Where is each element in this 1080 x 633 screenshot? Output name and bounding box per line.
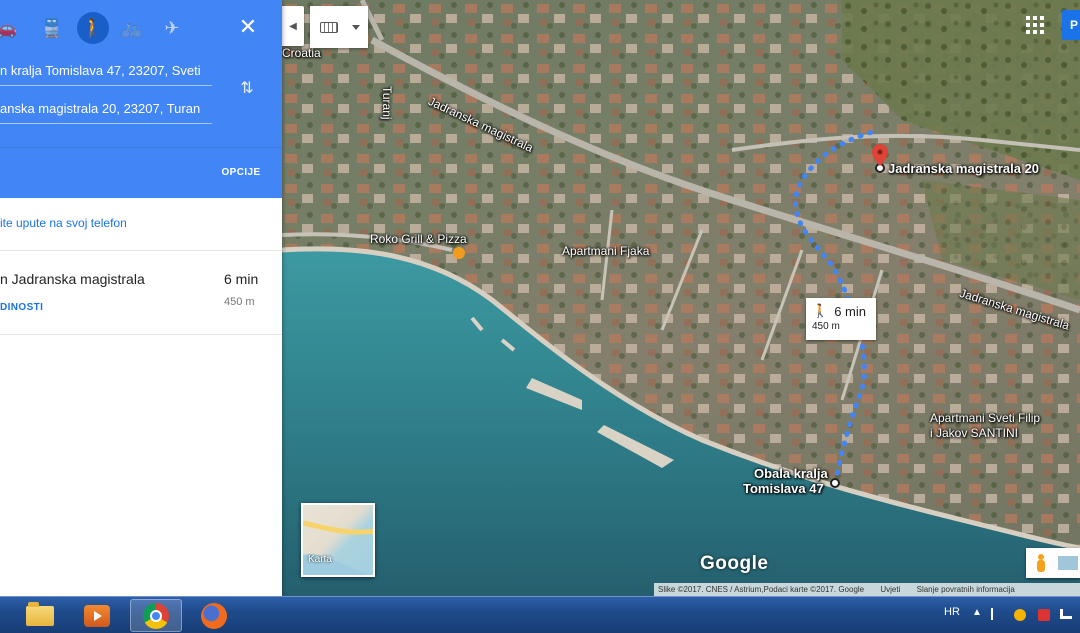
airplane-icon: ✈ xyxy=(164,17,180,38)
map-layer-toggle[interactable]: Karta xyxy=(301,503,375,577)
taskbar-media-player[interactable] xyxy=(71,599,123,632)
windows-taskbar: HR ▲ xyxy=(0,596,1080,633)
close-icon: ✕ xyxy=(238,14,258,39)
origin-label-line2[interactable]: Tomislava 47 xyxy=(743,481,824,496)
imagery-thumbnail[interactable] xyxy=(1058,556,1078,570)
route-distance: 450 m xyxy=(224,296,255,308)
map-thumbnail-icon xyxy=(303,520,373,575)
divider xyxy=(0,250,282,251)
bicycle-icon: 🚲 xyxy=(120,17,144,38)
folder-icon xyxy=(26,601,54,626)
origin-label-line1[interactable]: Obala kralja xyxy=(754,466,828,481)
header-divider xyxy=(0,147,282,148)
route-name: n Jadranska magistrala xyxy=(0,271,145,287)
mode-transit-button[interactable]: 🚆 xyxy=(36,12,68,44)
bus-icon: 🚆 xyxy=(40,17,64,38)
bubble-distance: 450 m xyxy=(812,321,840,332)
map-label-sveti-filip-line2[interactable]: i Jakov SANTINI xyxy=(930,426,1018,440)
walking-icon: 🚶 xyxy=(81,17,105,38)
chevron-left-icon: ◀ xyxy=(289,20,297,32)
route-details-link[interactable]: DINOSTI xyxy=(0,302,43,313)
map-label-turanj: Turanj xyxy=(380,86,394,120)
norton-icon[interactable] xyxy=(1014,609,1026,621)
walking-icon: 🚶 xyxy=(812,303,829,318)
imagery-credit: Slike ©2017. CNES / Astrium,Podaci karte… xyxy=(658,585,865,594)
street-view-control[interactable] xyxy=(1026,548,1080,578)
options-button[interactable]: OPCIJE xyxy=(212,163,270,183)
map-label-roko-grill[interactable]: Roko Grill & Pizza xyxy=(370,232,467,246)
language-indicator[interactable]: HR xyxy=(944,606,960,618)
mode-cycling-button[interactable]: 🚲 xyxy=(116,12,148,44)
mode-walking-button[interactable]: 🚶 xyxy=(77,12,109,44)
divider xyxy=(0,334,282,335)
swap-waypoints-button[interactable]: ⇅ xyxy=(236,78,258,100)
map-label-apartmani-fjaka[interactable]: Apartmani Fjaka xyxy=(562,244,649,258)
feedback-link[interactable]: Slanje povratnih informacija xyxy=(917,585,1015,594)
destination-label[interactable]: Jadranska magistrala 20 xyxy=(888,161,1039,176)
firefox-icon xyxy=(201,602,227,629)
taskbar-explorer[interactable] xyxy=(14,599,66,632)
close-directions-button[interactable]: ✕ xyxy=(232,12,264,44)
destination-input[interactable]: anska magistrala 20, 23207, Turan xyxy=(0,98,212,124)
origin-input[interactable]: n kralja Tomislava 47, 23207, Sveti xyxy=(0,60,212,86)
taskbar-firefox[interactable] xyxy=(188,599,240,632)
route-info-bubble[interactable]: 🚶 6 min 450 m xyxy=(806,298,876,340)
pegman-icon[interactable] xyxy=(1036,554,1046,572)
mode-driving-button[interactable]: 🚗 xyxy=(0,12,22,44)
network-icon[interactable] xyxy=(1060,609,1072,619)
sign-in-button[interactable]: P xyxy=(1062,10,1080,40)
taskbar-chrome[interactable] xyxy=(130,599,182,632)
directions-panel: 🚗 🚆 🚶 🚲 ✈ ✕ n kralja Tomislava 47, 23207… xyxy=(0,0,282,596)
map-label-croatia: Croatia xyxy=(282,46,321,60)
apps-grid-icon[interactable] xyxy=(1026,16,1044,34)
collapse-panel-button[interactable]: ◀ xyxy=(282,6,304,46)
map-layer-label: Karta xyxy=(308,554,332,565)
chevron-down-icon xyxy=(352,24,360,30)
map-view[interactable]: Croatia Turanj Jadranska magistrala Jadr… xyxy=(282,0,1080,596)
map-attribution: Slike ©2017. CNES / Astrium,Podaci karte… xyxy=(654,583,1080,596)
keyboard-icon xyxy=(320,21,338,33)
swap-icon: ⇅ xyxy=(240,80,254,97)
mode-flight-button[interactable]: ✈ xyxy=(156,12,188,44)
chrome-icon xyxy=(143,602,169,629)
antivirus-icon[interactable] xyxy=(1038,609,1050,621)
google-logo: Google xyxy=(700,553,769,574)
route-time: 6 min xyxy=(224,271,259,287)
flag-icon[interactable]: ▲ xyxy=(972,607,984,619)
directions-header: 🚗 🚆 🚶 🚲 ✈ ✕ n kralja Tomislava 47, 23207… xyxy=(0,0,282,198)
media-player-icon xyxy=(84,604,110,627)
map-label-sveti-filip-line1[interactable]: Apartmani Sveti Filip xyxy=(930,411,1040,425)
terms-link[interactable]: Uvjeti xyxy=(880,585,900,594)
bubble-time: 6 min xyxy=(834,303,866,319)
input-tools-button[interactable] xyxy=(310,6,368,48)
car-icon: 🚗 xyxy=(0,17,18,38)
send-to-phone-link[interactable]: ite upute na svoj telefon xyxy=(0,216,127,230)
action-center-icon[interactable] xyxy=(991,608,993,620)
